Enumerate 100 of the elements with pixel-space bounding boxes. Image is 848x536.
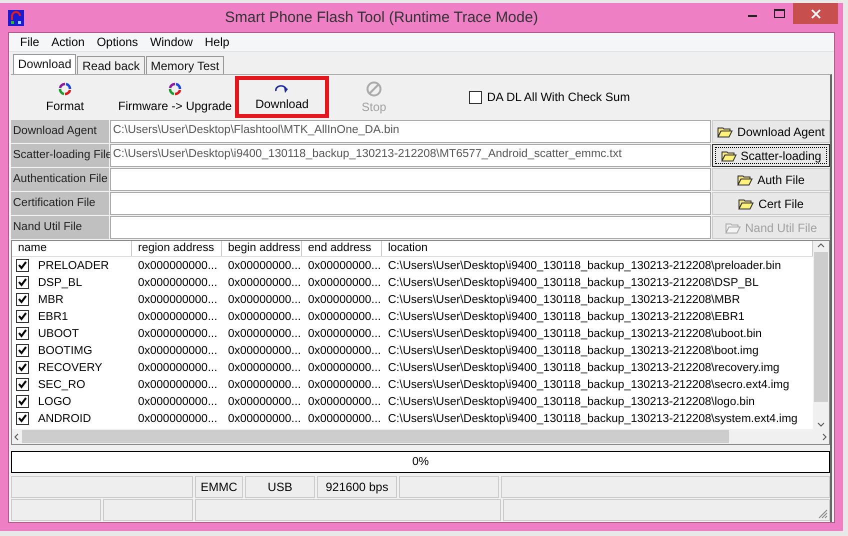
table-cell-text: 0x00000000...	[307, 276, 382, 288]
table-cell-text: 0x000000000...	[137, 378, 218, 390]
checkbox[interactable]	[16, 344, 29, 357]
close-button[interactable]	[793, 3, 838, 24]
toolbar-button[interactable]: Download	[235, 76, 329, 118]
table-cell-text: 0x000000000...	[137, 362, 218, 374]
table-cell-text: 0x000000000...	[137, 260, 218, 272]
table-cell-text: C:\Users\User\Desktop\i9400_130118_backup_130213-212208\secro.ext4.img	[387, 378, 790, 390]
table-cell-text: MBR	[37, 294, 64, 306]
checkbox[interactable]	[16, 293, 29, 306]
menu-item[interactable]: Options	[90, 35, 144, 49]
table-cell-text: 0x00000000...	[227, 310, 302, 322]
table-cell-text: 0x000000000...	[137, 276, 218, 288]
table-cell-text: 0x00000000...	[307, 310, 382, 322]
table-cell-text: 0x00000000...	[227, 260, 302, 272]
checkbox[interactable]	[16, 310, 29, 323]
scroll-left-icon[interactable]	[14, 432, 19, 440]
table-cell-text: SEC_RO	[37, 378, 86, 390]
app-icon	[8, 10, 24, 26]
table-cell-text: 0x000000000...	[137, 328, 218, 340]
table-cell-text: 0x00000000...	[227, 294, 302, 306]
browse-button[interactable]: Download Agent	[712, 120, 830, 143]
column-header[interactable]: name	[12, 241, 132, 256]
checkbox[interactable]	[16, 327, 29, 340]
table-cell-text: C:\Users\User\Desktop\i9400_130118_backup_130213-212208\system.ext4.img	[387, 412, 799, 424]
checkbox[interactable]	[16, 412, 29, 425]
path-field[interactable]: C:\Users\User\Desktop\i9400_130118_backup_130213-212208\MT6577_Android_scatter_emmc.txt	[110, 144, 711, 167]
table-cell-text: UBOOT	[37, 328, 79, 340]
browse-button[interactable]: Scatter-loading	[712, 144, 830, 167]
table-cell-text: BOOTIMG	[37, 344, 92, 356]
table-cell-text: 0x000000000...	[137, 310, 218, 322]
scroll-right-icon[interactable]	[822, 432, 827, 440]
progress-text: 0%	[412, 456, 429, 468]
table-cell-text: DSP_BL	[37, 276, 82, 288]
table-cell-text: 0x000000000...	[137, 412, 218, 424]
checkbox[interactable]	[469, 90, 482, 104]
table-cell-text: 0x00000000...	[227, 328, 302, 340]
scroll-up-icon[interactable]	[817, 243, 825, 248]
field-label: Download Agent	[11, 120, 109, 143]
table-cell-text: 0x000000000...	[137, 396, 218, 408]
checkbox[interactable]	[16, 395, 29, 408]
status-panel: USB	[245, 476, 315, 498]
table-cell-text: 0x00000000...	[227, 378, 302, 390]
table-cell-text: 0x00000000...	[307, 396, 382, 408]
table-cell-text: 0x00000000...	[227, 396, 302, 408]
table-cell-text: 0x000000000...	[137, 294, 218, 306]
toolbar-button[interactable]: Format	[15, 76, 115, 118]
checkbox-label: DA DL All With Check Sum	[487, 90, 630, 104]
toolbar-button[interactable]: Firmware -> Upgrade	[115, 76, 235, 118]
column-header[interactable]: end address	[302, 241, 382, 256]
path-field[interactable]	[110, 192, 711, 215]
checkbox[interactable]	[16, 259, 29, 272]
tab[interactable]: Read back	[77, 56, 145, 74]
column-header[interactable]: begin address	[222, 241, 302, 256]
menu-item[interactable]: Window	[144, 35, 199, 49]
folder-icon	[717, 126, 734, 138]
menu-item[interactable]: File	[14, 35, 46, 49]
refresh-arrows-icon	[168, 82, 182, 96]
table-cell-text: 0x00000000...	[307, 294, 382, 306]
table-cell-text: ANDROID	[37, 412, 92, 424]
table-cell-text: 0x00000000...	[227, 276, 302, 288]
browse-button[interactable]: Auth File	[712, 168, 830, 191]
table-cell-text: 0x00000000...	[307, 260, 382, 272]
scroll-down-icon[interactable]	[817, 422, 825, 427]
table-cell-text: C:\Users\User\Desktop\i9400_130118_backup_130213-212208\DSP_BL	[387, 276, 760, 288]
folder-icon	[720, 150, 737, 162]
checkbox[interactable]	[16, 378, 29, 391]
maximize-icon	[774, 9, 785, 18]
column-header[interactable]: region address	[132, 241, 222, 256]
field-label: Nand Util File	[11, 216, 109, 239]
menu-item[interactable]: Action	[45, 35, 91, 49]
table-cell-text: 0x00000000...	[307, 344, 382, 356]
table-cell-text: C:\Users\User\Desktop\i9400_130118_backup_130213-212208\uboot.bin	[387, 328, 763, 340]
resize-grip-icon[interactable]	[818, 509, 828, 519]
browse-button[interactable]: Cert File	[712, 192, 830, 215]
checkbox[interactable]	[16, 361, 29, 374]
table-cell-text: 0x00000000...	[227, 362, 302, 374]
stop-icon	[366, 80, 382, 96]
table-cell-text: C:\Users\User\Desktop\i9400_130118_backup_130213-212208\MBR	[387, 294, 742, 306]
table-cell-text: C:\Users\User\Desktop\i9400_130118_backup_130213-212208\EBR1	[387, 310, 746, 322]
path-field[interactable]	[110, 216, 711, 239]
vertical-scrollbar[interactable]	[813, 241, 829, 429]
folder-icon	[737, 174, 754, 186]
status-panel: 921600 bps	[317, 476, 397, 498]
field-label: Authentication File	[11, 168, 109, 191]
status-panel: EMMC	[195, 476, 243, 498]
horizontal-scrollbar[interactable]	[12, 429, 829, 444]
close-icon	[810, 8, 820, 18]
table-cell-text: 0x00000000...	[307, 328, 382, 340]
table-cell-text: RECOVERY	[37, 362, 102, 374]
field-label: Certification File	[11, 192, 109, 215]
curved-arrow-icon	[275, 84, 289, 94]
checkbox[interactable]	[16, 276, 29, 289]
path-field[interactable]: C:\Users\User\Desktop\Flashtool\MTK_AllInOne_DA.bin	[110, 120, 711, 143]
table-cell-text: C:\Users\User\Desktop\i9400_130118_backup_130213-212208\logo.bin	[387, 396, 756, 408]
path-field[interactable]	[110, 168, 711, 191]
table-cell-text: 0x00000000...	[227, 344, 302, 356]
tab[interactable]: Memory Test	[146, 56, 224, 74]
tab[interactable]: Download	[13, 54, 76, 74]
menu-item[interactable]: Help	[198, 35, 236, 49]
